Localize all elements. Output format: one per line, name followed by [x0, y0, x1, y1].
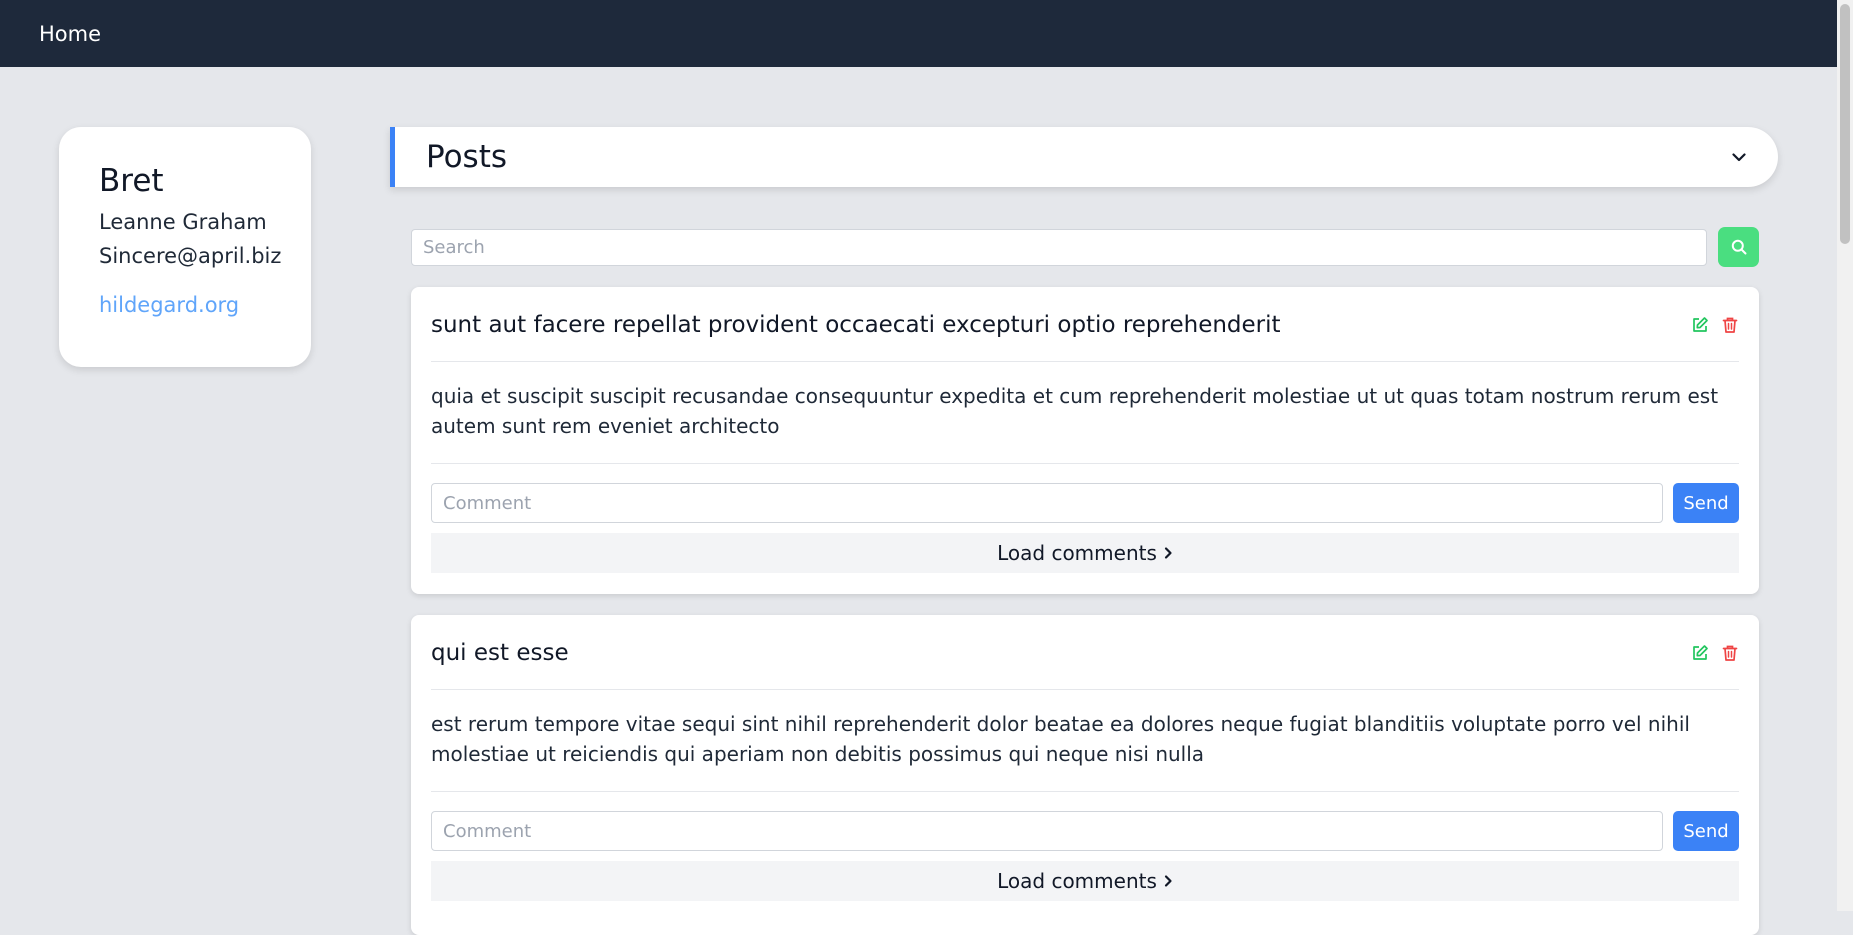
post-title: sunt aut facere repellat provident occae… — [431, 312, 1281, 338]
profile-username: Bret — [99, 163, 164, 199]
posts-accordion-header[interactable]: Posts — [390, 127, 1778, 187]
post-body: est rerum tempore vitae sequi sint nihil… — [431, 690, 1739, 792]
send-comment-button[interactable]: Send — [1673, 483, 1739, 523]
post-card: sunt aut facere repellat provident occae… — [411, 287, 1759, 594]
comment-input[interactable] — [431, 483, 1663, 523]
trash-icon[interactable] — [1721, 644, 1739, 662]
comment-row: Send — [431, 811, 1739, 851]
user-profile-card: Bret Leanne Graham Sincere@april.biz hil… — [59, 127, 311, 367]
profile-website-link[interactable]: hildegard.org — [99, 293, 239, 317]
scrollbar-thumb[interactable] — [1840, 4, 1850, 244]
profile-name: Leanne Graham — [99, 210, 267, 234]
load-comments-label: Load comments — [997, 869, 1157, 893]
profile-email: Sincere@april.biz — [99, 244, 282, 269]
chevron-right-icon — [1163, 874, 1173, 888]
search-input[interactable] — [411, 229, 1707, 266]
trash-icon[interactable] — [1721, 316, 1739, 334]
comment-input[interactable] — [431, 811, 1663, 851]
load-comments-button[interactable]: Load comments — [431, 533, 1739, 573]
post-title: qui est esse — [431, 640, 569, 666]
search-bar — [411, 227, 1759, 267]
load-comments-button[interactable]: Load comments — [431, 861, 1739, 901]
home-link[interactable]: Home — [39, 22, 101, 46]
posts-title: Posts — [426, 139, 508, 175]
comment-row: Send — [431, 483, 1739, 523]
post-header: qui est esse — [431, 615, 1739, 690]
chevron-right-icon — [1163, 546, 1173, 560]
post-header: sunt aut facere repellat provident occae… — [431, 287, 1739, 362]
post-card: qui est esse est rerum tempore vitae seq… — [411, 615, 1759, 935]
post-body: quia et suscipit suscipit recusandae con… — [431, 362, 1739, 464]
chevron-down-icon[interactable] — [1730, 148, 1748, 166]
search-button[interactable] — [1718, 227, 1759, 267]
load-comments-label: Load comments — [997, 541, 1157, 565]
top-navbar: Home — [0, 0, 1837, 67]
edit-icon[interactable] — [1691, 644, 1709, 662]
post-actions — [1691, 644, 1739, 662]
edit-icon[interactable] — [1691, 316, 1709, 334]
send-comment-button[interactable]: Send — [1673, 811, 1739, 851]
search-icon — [1731, 239, 1747, 255]
post-actions — [1691, 316, 1739, 334]
page-scrollbar[interactable] — [1837, 0, 1853, 911]
